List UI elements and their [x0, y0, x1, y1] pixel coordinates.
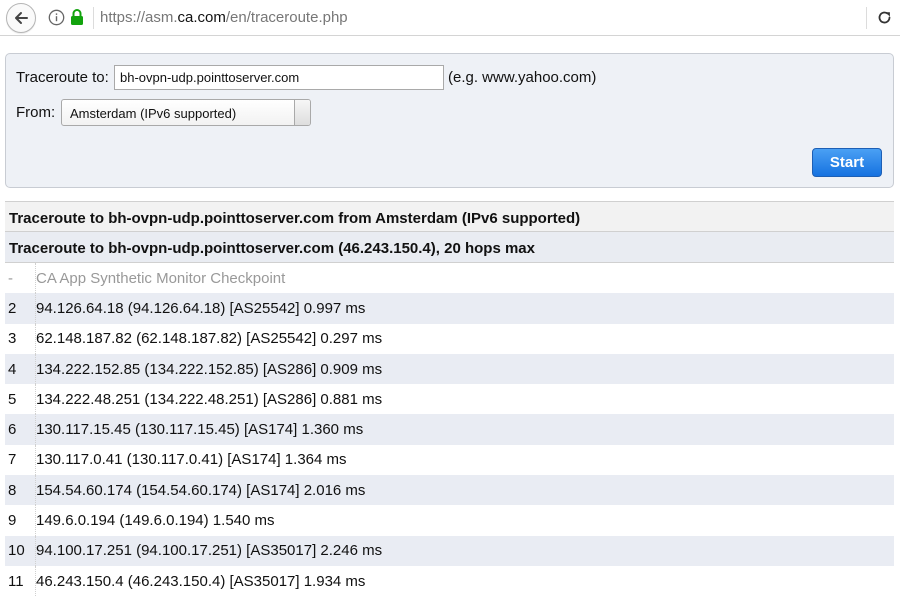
hop-row: 10 94.100.17.251 (94.100.17.251) [AS35017… — [5, 535, 894, 566]
url-prefix: https://asm. — [100, 9, 178, 26]
hop-detail: 154.54.60.174 (154.54.60.174) [AS174] 2.… — [36, 481, 366, 499]
hop-list: - CA App Synthetic Monitor Checkpoint 2 94.… — [5, 263, 894, 597]
hop-row: - CA App Synthetic Monitor Checkpoint — [5, 263, 894, 294]
example-hint: (e.g. www.yahoo.com) — [448, 69, 597, 86]
url-separator — [93, 7, 94, 29]
result-subtitle: Traceroute to bh-ovpn-udp.pointtoserver.… — [5, 232, 894, 263]
hop-number: 3 — [5, 323, 36, 354]
traceroute-results: Traceroute to bh-ovpn-udp.pointtoserver.… — [5, 201, 894, 597]
start-button[interactable]: Start — [812, 148, 882, 177]
back-arrow-icon — [15, 12, 28, 24]
select-handle[interactable] — [294, 100, 310, 125]
hop-row: 8 154.54.60.174 (154.54.60.174) [AS174] 2… — [5, 475, 894, 506]
hop-detail: 46.243.150.4 (46.243.150.4) [AS35017] 1.… — [36, 572, 366, 590]
hop-row: 11 46.243.150.4 (46.243.150.4) [AS35017] … — [5, 565, 894, 597]
info-icon[interactable] — [48, 9, 65, 26]
hop-row: 7 130.117.0.41 (130.117.0.41) [AS174] 1.3… — [5, 444, 894, 476]
hop-number: 8 — [5, 475, 36, 506]
from-label: From: — [16, 104, 56, 121]
hop-detail: 130.117.0.41 (130.117.0.41) [AS174] 1.36… — [36, 451, 347, 469]
browser-toolbar: https://asm.ca.com/en/traceroute.php — [0, 0, 900, 36]
hop-detail: 62.148.187.82 (62.148.187.82) [AS25542] … — [36, 330, 383, 348]
url-end-separator — [866, 7, 867, 29]
address-bar[interactable]: https://asm.ca.com/en/traceroute.php — [100, 9, 348, 26]
traceroute-form: Traceroute to: (e.g. www.yahoo.com) From… — [5, 53, 894, 188]
hop-row: 6 130.117.15.45 (130.117.15.45) [AS174] 1… — [5, 414, 894, 445]
from-location-select[interactable]: Amsterdam (IPv6 supported) — [61, 99, 311, 126]
target-host-input[interactable] — [114, 65, 444, 90]
hop-row: 2 94.126.64.18 (94.126.64.18) [AS25542] 0… — [5, 293, 894, 324]
hop-detail: 130.117.15.45 (130.117.15.45) [AS174] 1.… — [36, 421, 364, 439]
hop-number: 10 — [5, 535, 36, 566]
hop-detail: 134.222.48.251 (134.222.48.251) [AS286] … — [36, 390, 383, 408]
hop-detail: 134.222.152.85 (134.222.152.85) [AS286] … — [36, 360, 383, 378]
result-title: Traceroute to bh-ovpn-udp.pointtoserver.… — [5, 201, 894, 232]
hop-number: 2 — [5, 293, 36, 324]
back-button[interactable] — [6, 3, 36, 33]
hop-detail: CA App Synthetic Monitor Checkpoint — [36, 269, 286, 287]
hop-row: 5 134.222.48.251 (134.222.48.251) [AS286]… — [5, 384, 894, 415]
hop-row: 9 149.6.0.194 (149.6.0.194) 1.540 ms — [5, 505, 894, 536]
hop-number: 11 — [5, 565, 36, 597]
url-domain: ca.com — [177, 9, 226, 26]
url-path: /en/traceroute.php — [225, 9, 348, 26]
hop-row: 4 134.222.152.85 (134.222.152.85) [AS286]… — [5, 353, 894, 385]
hop-number: 6 — [5, 414, 36, 445]
hop-detail: 94.100.17.251 (94.100.17.251) [AS35017] … — [36, 542, 383, 560]
lock-icon[interactable] — [70, 8, 84, 26]
hop-detail: 94.126.64.18 (94.126.64.18) [AS25542] 0.… — [36, 299, 366, 317]
hop-row: 3 62.148.187.82 (62.148.187.82) [AS25542]… — [5, 323, 894, 354]
hop-number: 9 — [5, 505, 36, 536]
hop-number: 7 — [5, 444, 36, 476]
reload-icon[interactable] — [876, 9, 893, 26]
from-selected-value: Amsterdam (IPv6 supported) — [70, 106, 237, 121]
hop-number: - — [5, 263, 36, 294]
hop-number: 4 — [5, 353, 36, 385]
traceroute-to-label: Traceroute to: — [16, 69, 109, 86]
hop-number: 5 — [5, 384, 36, 415]
hop-detail: 149.6.0.194 (149.6.0.194) 1.540 ms — [36, 512, 275, 530]
